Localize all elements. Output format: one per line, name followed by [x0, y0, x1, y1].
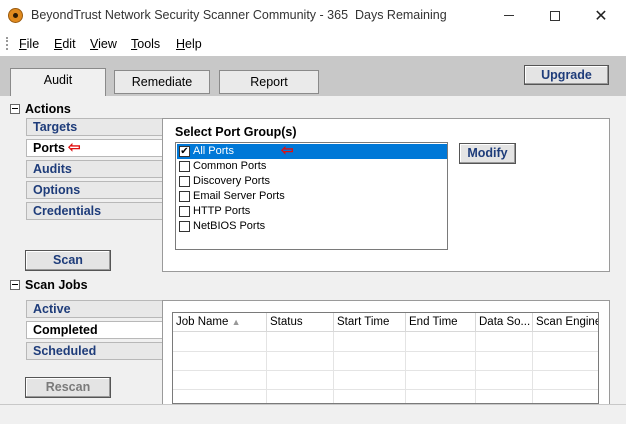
app-icon: [8, 8, 23, 23]
nav-audits[interactable]: Audits: [26, 160, 162, 178]
rescan-button[interactable]: Rescan: [25, 377, 111, 398]
red-arrow-annotation: ⇦: [281, 142, 294, 159]
column-header-status[interactable]: Status: [267, 313, 334, 332]
menu-edit[interactable]: Edit: [54, 37, 76, 51]
port-group-http-ports[interactable]: HTTP Ports: [177, 204, 447, 219]
nav-credentials[interactable]: Credentials: [26, 202, 162, 220]
menu-view[interactable]: View: [90, 37, 117, 51]
tab-strip: Audit Remediate Report Upgrade: [0, 56, 626, 96]
collapse-icon[interactable]: [10, 104, 20, 114]
column-divider: [266, 332, 267, 403]
nav-ports[interactable]: Ports: [26, 139, 162, 157]
column-divider: [405, 332, 406, 403]
column-header-start-time[interactable]: Start Time: [334, 313, 406, 332]
nav-options[interactable]: Options: [26, 181, 162, 199]
close-button[interactable]: ✕: [578, 0, 624, 31]
menu-bar: File Edit View Tools Help: [0, 31, 626, 56]
column-divider: [532, 332, 533, 403]
row-divider: [173, 370, 598, 371]
checkbox[interactable]: [179, 161, 190, 172]
collapse-icon[interactable]: [10, 280, 20, 290]
tab-audit[interactable]: Audit: [10, 68, 106, 96]
minimize-icon: [504, 15, 514, 16]
menu-file[interactable]: File: [19, 37, 39, 51]
actions-header[interactable]: Actions: [10, 102, 71, 116]
tab-remediate[interactable]: Remediate: [114, 70, 210, 94]
column-divider: [475, 332, 476, 403]
port-group-common-ports[interactable]: Common Ports: [177, 159, 447, 174]
checkbox[interactable]: [179, 206, 190, 217]
modify-button[interactable]: Modify: [459, 143, 516, 164]
window-title: BeyondTrust Network Security Scanner Com…: [31, 8, 447, 22]
menu-grip: [6, 37, 8, 50]
maximize-button[interactable]: [532, 0, 578, 31]
port-group-email-server-ports[interactable]: Email Server Ports: [177, 189, 447, 204]
upgrade-button[interactable]: Upgrade: [524, 65, 609, 85]
nav-targets[interactable]: Targets: [26, 118, 162, 136]
column-header-data-source[interactable]: Data So...: [476, 313, 533, 332]
row-divider: [173, 389, 598, 390]
port-group-label: Select Port Group(s): [175, 125, 297, 139]
scan-button[interactable]: Scan: [25, 250, 111, 271]
menu-tools[interactable]: Tools: [131, 37, 160, 51]
bottom-strip: [0, 404, 626, 424]
column-header-job-name[interactable]: Job Name ▲: [173, 313, 267, 332]
port-group-discovery-ports[interactable]: Discovery Ports: [177, 174, 447, 189]
sort-ascending-icon: ▲: [231, 317, 241, 327]
checkbox[interactable]: [179, 176, 190, 187]
title-bar: BeyondTrust Network Security Scanner Com…: [0, 0, 626, 31]
row-divider: [173, 351, 598, 352]
nav-scheduled[interactable]: Scheduled: [26, 342, 162, 360]
close-icon: ✕: [594, 7, 608, 25]
scan-jobs-table[interactable]: Job Name ▲ Status Start Time End Time Da…: [172, 312, 599, 404]
column-divider: [333, 332, 334, 403]
maximize-icon: [550, 10, 560, 21]
menu-help[interactable]: Help: [176, 37, 202, 51]
port-group-netbios-ports[interactable]: NetBIOS Ports: [177, 219, 447, 234]
checkbox-checked[interactable]: ✔: [179, 146, 190, 157]
port-group-list[interactable]: ✔ All Ports Common Ports Discovery Ports…: [175, 142, 448, 250]
nav-active[interactable]: Active: [26, 300, 162, 318]
checkbox[interactable]: [179, 191, 190, 202]
tab-report[interactable]: Report: [219, 70, 319, 94]
column-header-end-time[interactable]: End Time: [406, 313, 476, 332]
checkbox[interactable]: [179, 221, 190, 232]
port-group-all-ports[interactable]: ✔ All Ports: [177, 144, 447, 159]
scan-jobs-header[interactable]: Scan Jobs: [10, 278, 88, 292]
red-arrow-annotation: ⇦: [68, 139, 81, 156]
column-header-scan-engine[interactable]: Scan Engine: [533, 313, 598, 332]
minimize-button[interactable]: [486, 0, 532, 31]
nav-completed[interactable]: Completed: [26, 321, 162, 339]
